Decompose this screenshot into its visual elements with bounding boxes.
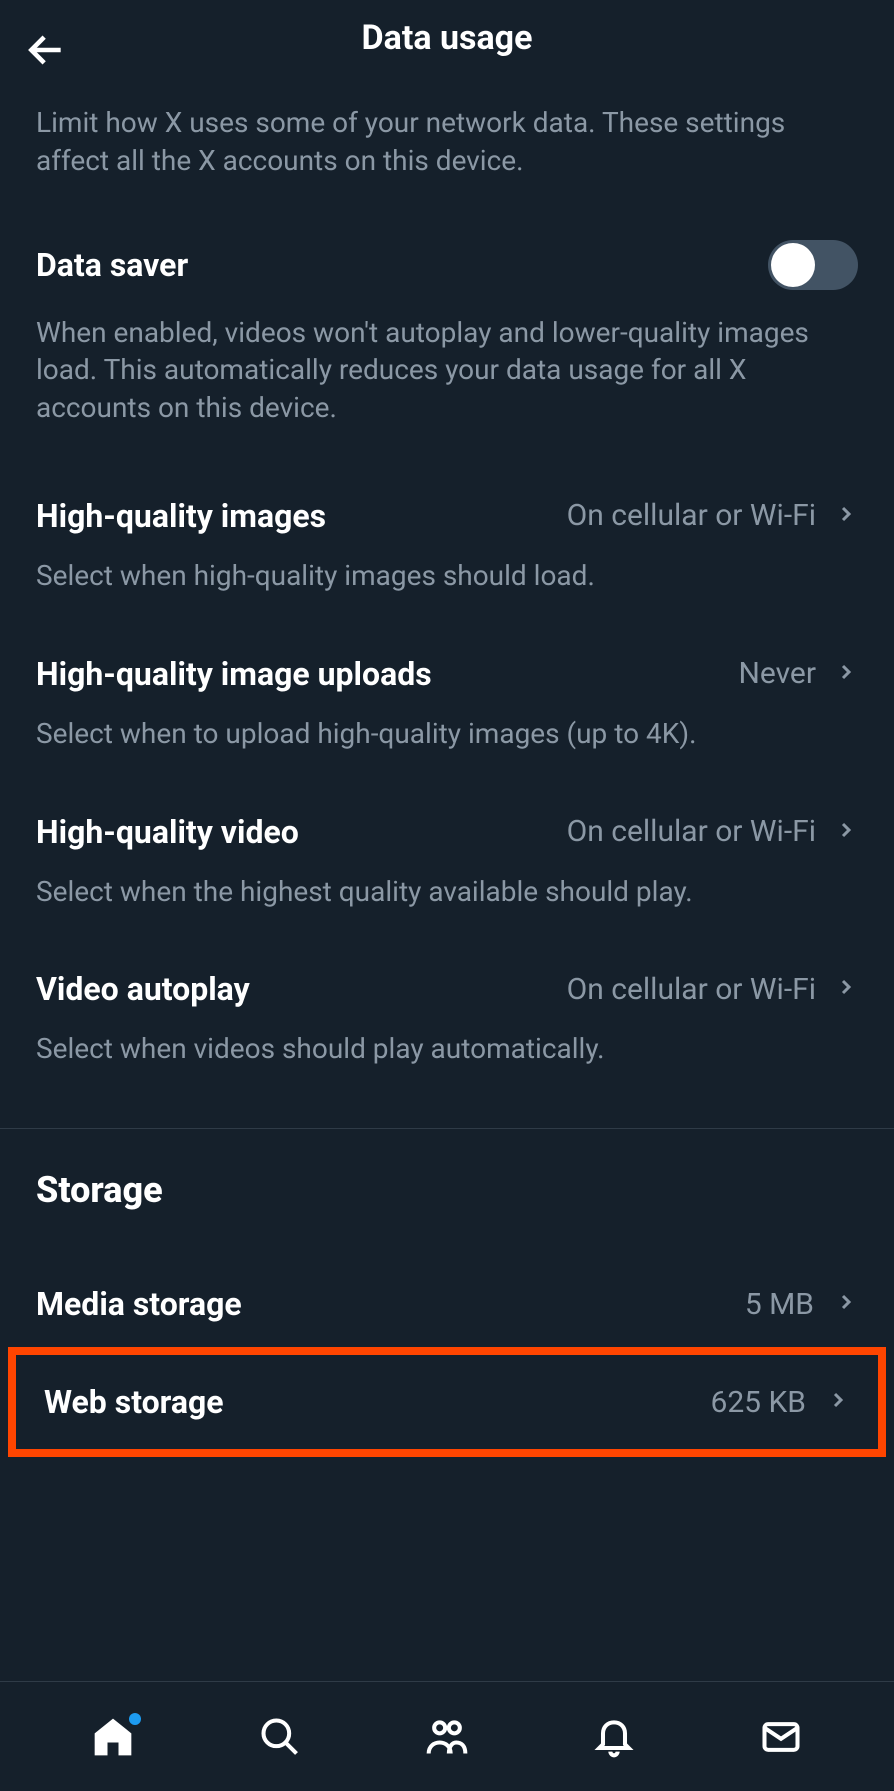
nav-communities[interactable] <box>425 1715 469 1759</box>
storage-section-title: Storage <box>36 1169 858 1211</box>
data-saver-row: Data saver <box>36 240 858 290</box>
media-storage-value: 5 MB <box>745 1287 814 1322</box>
nav-search[interactable] <box>258 1715 302 1759</box>
hq-images-label: High-quality images <box>36 497 326 535</box>
web-storage-value: 625 KB <box>710 1385 806 1420</box>
hq-video-row[interactable]: High-quality video On cellular or Wi-Fi … <box>36 813 858 911</box>
nav-home[interactable] <box>91 1715 135 1759</box>
hq-video-value: On cellular or Wi-Fi <box>567 814 816 849</box>
arrow-left-icon <box>24 28 68 72</box>
chevron-right-icon <box>826 1388 850 1416</box>
hq-uploads-description: Select when to upload high-quality image… <box>36 715 858 753</box>
hq-video-description: Select when the highest quality availabl… <box>36 873 858 911</box>
page-title: Data usage <box>20 18 874 58</box>
back-button[interactable] <box>24 28 68 76</box>
video-autoplay-label: Video autoplay <box>36 970 250 1008</box>
hq-uploads-label: High-quality image uploads <box>36 655 432 693</box>
hq-images-value: On cellular or Wi-Fi <box>567 498 816 533</box>
web-storage-row[interactable]: Web storage 625 KB <box>44 1355 850 1449</box>
video-autoplay-value: On cellular or Wi-Fi <box>567 972 816 1007</box>
chevron-right-icon <box>834 1290 858 1318</box>
bell-icon <box>592 1715 636 1759</box>
hq-uploads-value: Never <box>738 656 816 691</box>
chevron-right-icon <box>834 502 858 530</box>
nav-notifications[interactable] <box>592 1715 636 1759</box>
data-saver-toggle[interactable] <box>768 240 858 290</box>
bottom-nav <box>0 1681 894 1791</box>
hq-images-description: Select when high-quality images should l… <box>36 557 858 595</box>
web-storage-label: Web storage <box>44 1383 224 1421</box>
video-autoplay-description: Select when videos should play automatic… <box>36 1030 858 1068</box>
media-storage-row[interactable]: Media storage 5 MB <box>36 1261 858 1347</box>
nav-messages[interactable] <box>759 1715 803 1759</box>
data-saver-label: Data saver <box>36 246 188 284</box>
search-icon <box>258 1715 302 1759</box>
web-storage-highlight: Web storage 625 KB <box>8 1347 886 1457</box>
video-autoplay-row[interactable]: Video autoplay On cellular or Wi-Fi Sele… <box>36 970 858 1068</box>
hq-video-label: High-quality video <box>36 813 299 851</box>
chevron-right-icon <box>834 660 858 688</box>
chevron-right-icon <box>834 975 858 1003</box>
data-saver-description: When enabled, videos won't autoplay and … <box>36 314 858 427</box>
divider <box>0 1128 894 1129</box>
mail-icon <box>759 1715 803 1759</box>
header: Data usage <box>0 0 894 80</box>
hq-uploads-row[interactable]: High-quality image uploads Never Select … <box>36 655 858 753</box>
page-description: Limit how X uses some of your network da… <box>36 104 858 180</box>
media-storage-label: Media storage <box>36 1285 242 1323</box>
people-icon <box>425 1715 469 1759</box>
chevron-right-icon <box>834 818 858 846</box>
hq-images-row[interactable]: High-quality images On cellular or Wi-Fi… <box>36 497 858 595</box>
toggle-knob <box>771 243 815 287</box>
notification-dot <box>129 1713 141 1725</box>
